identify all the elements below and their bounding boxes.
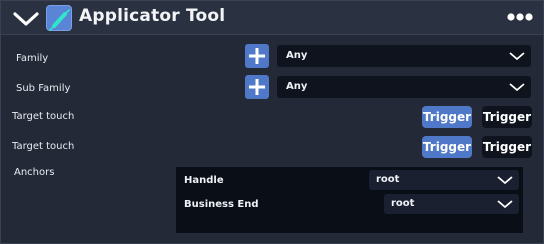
business-end-dropdown[interactable]: root [384, 194, 519, 214]
sub-family-add-button[interactable] [245, 75, 269, 99]
family-dropdown[interactable]: Any [277, 45, 531, 67]
target-touch-trigger-toggle-active[interactable]: Trigger [422, 106, 472, 128]
target-touch-trigger-toggle-active[interactable]: Trigger [422, 136, 472, 158]
panel-title: Applicator Tool [79, 6, 226, 26]
anchors-label: Anchors [14, 167, 55, 178]
family-add-button[interactable] [245, 44, 269, 68]
chevron-down-icon [509, 52, 525, 61]
plus-icon [249, 48, 265, 64]
target-touch-trigger-toggle[interactable]: Trigger [482, 106, 532, 128]
plus-icon [249, 79, 265, 95]
family-label: Family [16, 53, 49, 64]
business-end-value: root [391, 198, 415, 209]
handle-label: Handle [184, 175, 224, 186]
handle-value: root [376, 174, 400, 185]
target-touch-label: Target touch [12, 141, 75, 152]
panel-header: Applicator Tool [1, 1, 543, 35]
syringe-icon [46, 5, 72, 31]
sub-family-dropdown[interactable]: Any [277, 76, 531, 98]
target-touch-label: Target touch [12, 111, 75, 122]
chevron-down-icon[interactable] [11, 7, 41, 29]
business-end-label: Business End [184, 199, 259, 210]
sub-family-label: Sub Family [16, 83, 71, 94]
chevron-down-icon [497, 200, 513, 209]
chevron-down-icon [497, 176, 513, 185]
anchors-group: Handle root Business End root [176, 167, 523, 233]
handle-dropdown[interactable]: root [369, 170, 519, 190]
target-touch-trigger-toggle[interactable]: Trigger [482, 136, 532, 158]
family-value: Any [286, 50, 308, 61]
sub-family-value: Any [286, 81, 308, 92]
chevron-down-icon [509, 83, 525, 92]
more-dots-icon[interactable] [506, 12, 534, 22]
applicator-tool-panel: Applicator Tool Family Any Sub Family An… [0, 0, 544, 244]
